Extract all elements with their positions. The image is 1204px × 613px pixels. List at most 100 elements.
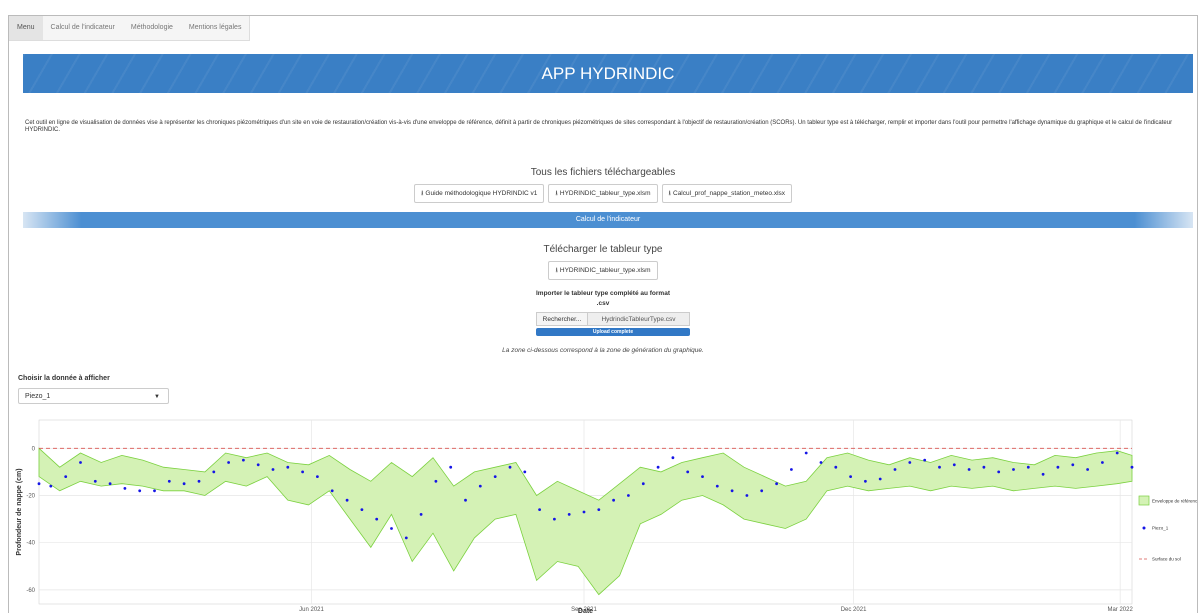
browse-button[interactable]: Rechercher... <box>536 312 588 326</box>
piezo-chart: 0-20-40-60Jun 2021 Sep 2021 Dec 2021 Mar 20… <box>16 419 1197 613</box>
data-select[interactable]: Piezo_1 ▼ <box>18 388 169 404</box>
piezo-point <box>938 465 941 469</box>
tab-calcul-indicateur[interactable]: Calcul de l'indicateur <box>43 16 123 40</box>
tab-menu[interactable]: Menu <box>9 16 43 40</box>
piezo-point <box>730 489 734 493</box>
file-name-field[interactable]: HydrindicTableurType.csv <box>588 312 690 326</box>
piezo-point <box>1101 461 1104 464</box>
download-icon: ⭳ <box>668 190 671 197</box>
piezo-point <box>478 484 482 488</box>
y-tick-label: -60 <box>26 588 35 594</box>
y-axis-title: Profondeur de nappe (cm) <box>16 468 23 555</box>
app-title-banner: APP HYDRINDIC <box>23 54 1193 93</box>
chart-zone-note: La zone ci-dessous correspond à la zone … <box>502 347 704 354</box>
template-button-row: ⭳ HYDRINDIC_tableur_type.xlsm <box>9 261 1197 280</box>
piezo-point <box>197 479 201 483</box>
template-heading: Télécharger le tableur type <box>543 244 663 255</box>
piezo-point <box>1071 463 1075 467</box>
caret-down-icon: ▼ <box>154 394 160 400</box>
y-tick-label: 0 <box>32 446 36 452</box>
piezo-point <box>227 461 231 464</box>
download-tableur-button[interactable]: ⭳ HYDRINDIC_tableur_type.xlsm <box>548 184 658 203</box>
piezo-point <box>1026 465 1030 469</box>
piezo-point <box>138 489 142 493</box>
import-label-line2: .csv <box>596 300 610 307</box>
tab-mentions-legales[interactable]: Mentions légales <box>181 16 250 40</box>
piezo-point <box>671 456 675 460</box>
import-label-line1: Importer le tableur type complété au for… <box>535 290 670 297</box>
piezo-point <box>627 494 630 497</box>
download-guide-button[interactable]: ⭳ Guide méthodologique HYDRINDIC v1 <box>413 184 545 203</box>
piezo-point <box>567 513 571 516</box>
download-calcul-button[interactable]: ⭳ Calcul_prof_nappe_station_meteo.xlsx <box>661 184 793 203</box>
piezo-point <box>982 465 986 469</box>
piezo-point <box>108 482 112 486</box>
download-template-button[interactable]: ⭳ HYDRINDIC_tableur_type.xlsm <box>548 261 658 280</box>
piezo-point <box>701 475 704 478</box>
piezo-point <box>508 465 512 469</box>
piezo-point <box>123 487 127 490</box>
piezo-point <box>908 461 912 464</box>
piezo-point <box>641 482 645 486</box>
piezo-point <box>952 463 956 467</box>
piezo-point <box>523 470 527 474</box>
legend-surface-label: Surface du sol <box>1152 557 1181 562</box>
import-label: Importer le tableur type complété au for… <box>9 289 1197 309</box>
piezo-point <box>597 508 601 511</box>
y-tick-label: -20 <box>26 493 35 499</box>
upload-status: Upload complete <box>536 328 690 336</box>
data-select-value: Piezo_1 <box>25 393 51 400</box>
download-icon: ⭳ <box>420 190 424 197</box>
piezo-point <box>790 468 793 471</box>
file-input: Rechercher... HydrindicTableurType.csv <box>536 312 690 326</box>
download-guide-label: Guide méthodologique HYDRINDIC v1 <box>425 190 538 197</box>
downloads-heading: Tous les fichiers téléchargeables <box>530 167 676 178</box>
x-tick-label: Dec 2021 <box>841 607 867 613</box>
piezo-point <box>582 510 586 514</box>
piezo-point <box>360 508 364 511</box>
piezo-point <box>612 498 615 502</box>
piezo-point <box>553 517 556 521</box>
piezo-point <box>464 498 467 502</box>
x-tick-label: Mar 2022 <box>1107 607 1133 613</box>
piezo-point <box>1012 468 1015 471</box>
piezo-point <box>93 479 97 483</box>
piezo-point <box>286 465 290 469</box>
piezo-point <box>1041 472 1045 476</box>
piezo-point <box>1115 451 1119 455</box>
piezo-point <box>1130 465 1134 469</box>
piezo-point <box>538 508 541 511</box>
legend-envelope-label: Enveloppe de référence <box>1152 499 1197 504</box>
piezo-point <box>775 482 778 486</box>
piezo-point <box>745 494 749 497</box>
x-tick-label: Jun 2021 <box>299 607 324 613</box>
piezo-point <box>967 468 971 471</box>
piezo-point <box>760 489 764 493</box>
piezo-point <box>804 451 808 455</box>
piezo-point <box>330 489 334 493</box>
piezo-point <box>404 536 408 540</box>
piezo-point <box>316 475 319 478</box>
piezo-point <box>819 461 823 464</box>
piezo-point <box>686 470 690 474</box>
upload-progress-bar: Upload complete <box>536 328 690 336</box>
piezo-point <box>242 458 245 462</box>
piezo-point <box>212 470 216 474</box>
piezo-point <box>79 461 82 464</box>
piezo-point <box>182 482 186 486</box>
piezo-point <box>864 479 867 483</box>
piezo-point <box>64 475 68 478</box>
piezo-point <box>493 475 497 478</box>
piezo-point <box>375 517 379 521</box>
piezo-point <box>715 484 719 488</box>
piezo-point <box>167 479 171 483</box>
piezo-point <box>849 475 852 478</box>
legend-piezo-label: Piezo_1 <box>1152 526 1169 531</box>
piezo-point <box>997 470 1001 474</box>
section-header-calcul: Calcul de l'indicateur <box>23 212 1193 228</box>
piezo-point <box>923 458 927 462</box>
piezo-point <box>656 465 660 469</box>
piezo-point <box>1056 465 1060 469</box>
legend-envelope-key <box>1138 495 1150 506</box>
tab-methodologie[interactable]: Méthodologie <box>123 16 181 40</box>
